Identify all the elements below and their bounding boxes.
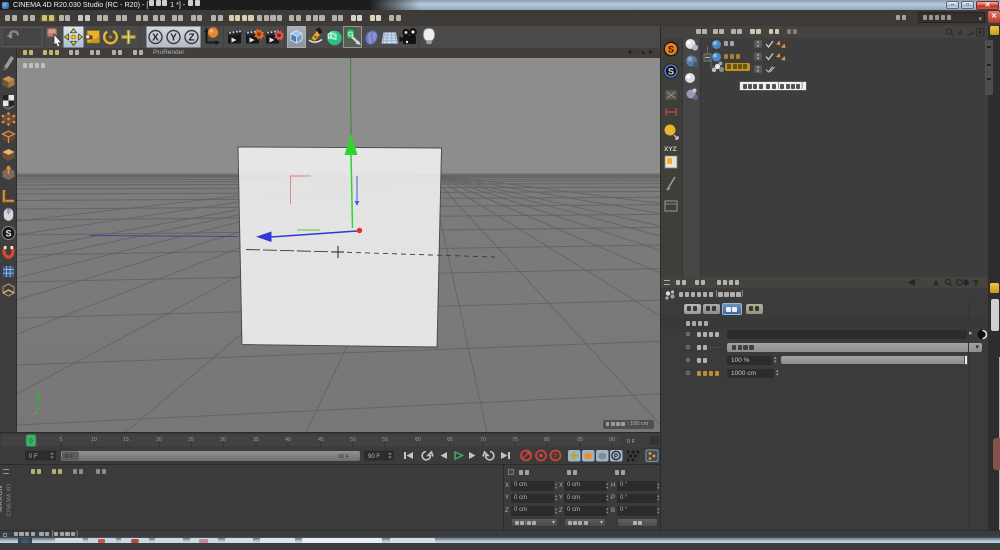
svg-text:65: 65 bbox=[447, 437, 453, 443]
svg-text:80: 80 bbox=[544, 437, 550, 443]
svg-text:X: X bbox=[152, 33, 159, 44]
svg-text:Z: Z bbox=[188, 33, 194, 44]
svg-text:S: S bbox=[668, 67, 674, 77]
svg-text:90 F: 90 F bbox=[338, 454, 350, 460]
svg-text:XYZ: XYZ bbox=[664, 146, 677, 153]
svg-text:5: 5 bbox=[60, 437, 63, 443]
svg-text:0 F: 0 F bbox=[627, 439, 636, 445]
svg-text:40: 40 bbox=[285, 437, 291, 443]
svg-text:25: 25 bbox=[188, 437, 194, 443]
svg-text:P: P bbox=[614, 454, 618, 460]
svg-text:0 F: 0 F bbox=[29, 454, 38, 460]
svg-text:35: 35 bbox=[253, 437, 259, 443]
svg-text:45: 45 bbox=[318, 437, 324, 443]
svg-text:75: 75 bbox=[512, 437, 518, 443]
svg-text:70: 70 bbox=[480, 437, 486, 443]
svg-text:30: 30 bbox=[220, 437, 226, 443]
svg-text:60: 60 bbox=[415, 437, 421, 443]
svg-text:?: ? bbox=[553, 454, 557, 461]
svg-text:20: 20 bbox=[156, 437, 162, 443]
svg-text:10: 10 bbox=[91, 437, 97, 443]
svg-text:90 F: 90 F bbox=[368, 454, 380, 460]
svg-text:Y: Y bbox=[170, 33, 177, 44]
svg-text:90: 90 bbox=[609, 437, 615, 443]
svg-text:S: S bbox=[5, 229, 11, 239]
svg-text:85: 85 bbox=[577, 437, 583, 443]
svg-text:S: S bbox=[668, 45, 674, 55]
svg-text:55: 55 bbox=[382, 437, 388, 443]
svg-text:15: 15 bbox=[123, 437, 129, 443]
svg-text:50: 50 bbox=[350, 437, 356, 443]
svg-text:0 F: 0 F bbox=[65, 454, 74, 460]
